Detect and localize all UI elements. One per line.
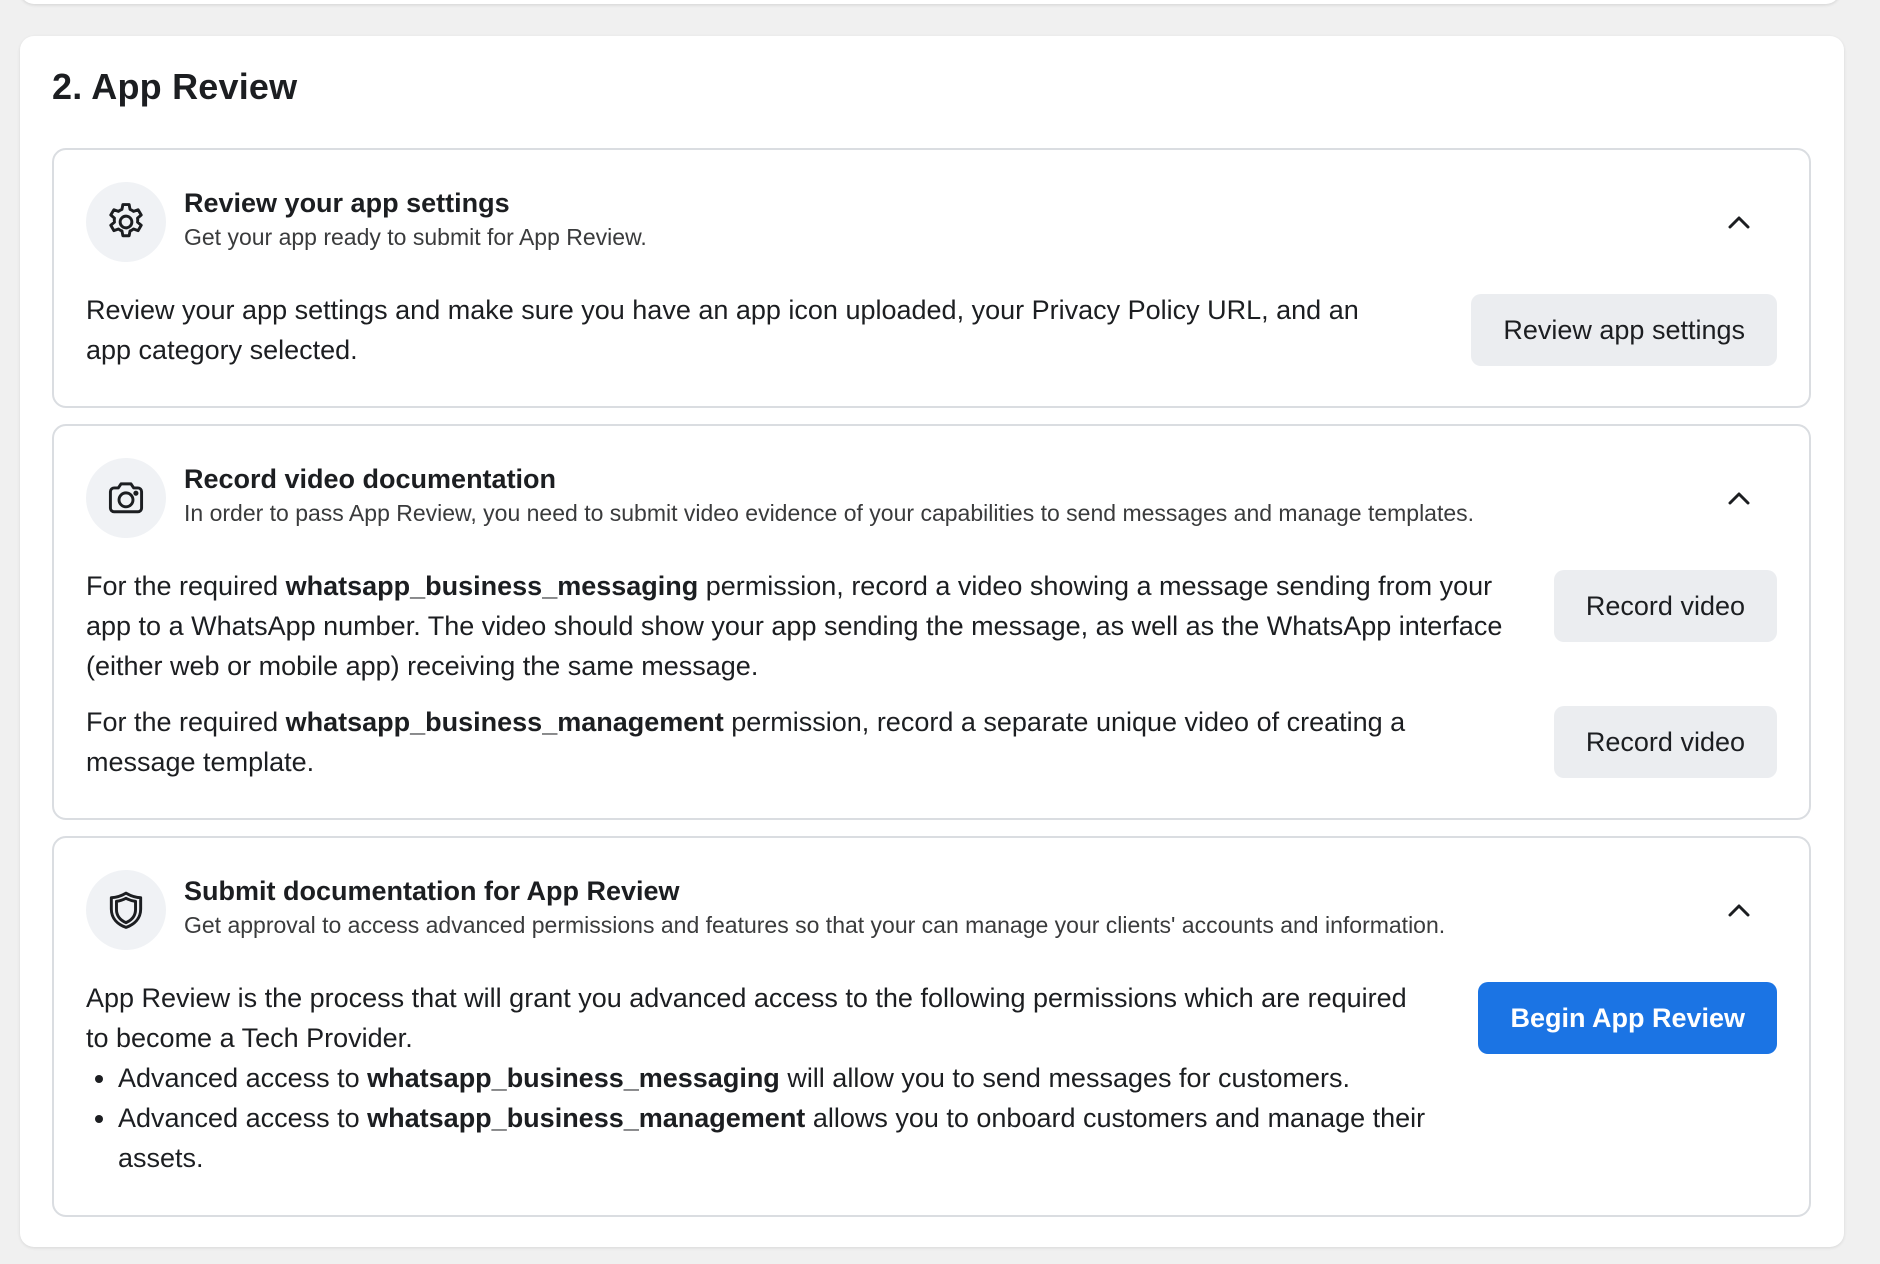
- permission-name: whatsapp_business_management: [367, 1103, 806, 1133]
- step-description: Review your app settings and make sure y…: [86, 290, 1406, 370]
- review-app-settings-button[interactable]: Review app settings: [1471, 294, 1777, 366]
- text-prefix: For the required: [86, 571, 286, 601]
- step-review-app-settings: Review your app settings Get your app re…: [52, 148, 1811, 408]
- text-prefix: Advanced access to: [118, 1063, 368, 1093]
- collapse-chevron-icon[interactable]: [1721, 480, 1757, 516]
- record-video-management-button[interactable]: Record video: [1553, 706, 1777, 778]
- list-item: Advanced access to whatsapp_business_man…: [118, 1098, 1436, 1178]
- step-title: Review your app settings: [184, 188, 510, 218]
- permission-name: whatsapp_business_messaging: [367, 1063, 780, 1093]
- shield-icon: [86, 870, 166, 950]
- collapse-chevron-icon[interactable]: [1721, 204, 1757, 240]
- section-title: 2. App Review: [52, 66, 298, 107]
- step-header: Submit documentation for App Review Get …: [184, 874, 1445, 940]
- begin-app-review-button[interactable]: Begin App Review: [1478, 982, 1777, 1054]
- gear-icon: [86, 182, 166, 262]
- requirement-text: For the required whatsapp_business_messa…: [86, 566, 1506, 686]
- record-video-messaging-button[interactable]: Record video: [1553, 570, 1777, 642]
- list-item: Advanced access to whatsapp_business_mes…: [118, 1058, 1436, 1098]
- video-requirement-messaging: For the required whatsapp_business_messa…: [86, 566, 1506, 686]
- step-body-text: App Review is the process that will gran…: [86, 983, 1407, 1053]
- video-requirement-management: For the required whatsapp_business_manag…: [86, 702, 1506, 782]
- collapse-chevron-icon[interactable]: [1721, 892, 1757, 928]
- step-subtitle: Get your app ready to submit for App Rev…: [184, 224, 647, 250]
- step-header: Record video documentation In order to p…: [184, 462, 1474, 528]
- app-review-section: 2. App Review Review your app settings G…: [20, 36, 1844, 1247]
- permission-name: whatsapp_business_management: [285, 707, 724, 737]
- step-subtitle: In order to pass App Review, you need to…: [184, 500, 1475, 526]
- permission-name: whatsapp_business_messaging: [285, 571, 699, 601]
- text-prefix: Advanced access to: [118, 1103, 368, 1133]
- step-record-video: Record video documentation In order to p…: [52, 424, 1811, 820]
- step-description: App Review is the process that will gran…: [86, 978, 1436, 1178]
- step-title: Submit documentation for App Review: [184, 876, 680, 906]
- step-title: Record video documentation: [184, 464, 557, 494]
- requirement-text: For the required whatsapp_business_manag…: [86, 702, 1506, 782]
- step-body-text: Review your app settings and make sure y…: [86, 295, 1359, 365]
- step-subtitle: Get approval to access advanced permissi…: [184, 912, 1446, 938]
- step-submit-documentation: Submit documentation for App Review Get …: [52, 836, 1811, 1217]
- permission-list: Advanced access to whatsapp_business_mes…: [86, 1058, 1436, 1178]
- previous-section-card: [20, 0, 1840, 4]
- text-prefix: For the required: [86, 707, 286, 737]
- step-header: Review your app settings Get your app re…: [184, 186, 647, 252]
- camera-icon: [86, 458, 166, 538]
- text-suffix: will allow you to send messages for cust…: [779, 1063, 1351, 1093]
